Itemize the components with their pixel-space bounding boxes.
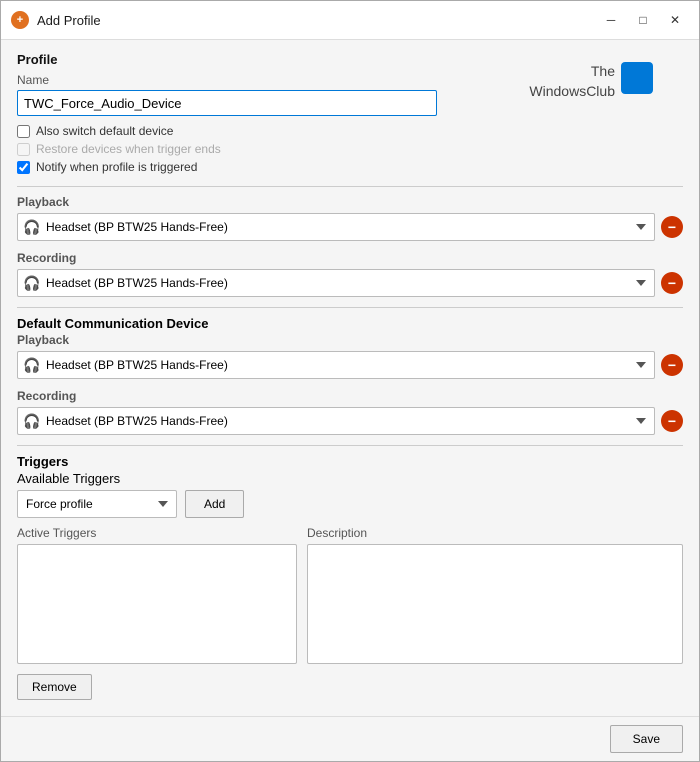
brand-icon [621, 62, 653, 94]
playback-remove-button[interactable]: − [661, 216, 683, 238]
window-controls: ─ □ ✕ [597, 9, 689, 31]
available-triggers-label: Available Triggers [17, 471, 120, 486]
profile-left: Profile Name Also switch default device … [17, 52, 529, 178]
default-comm-recording-row: 🎧 Headset (BP BTW25 Hands-Free) − [17, 407, 683, 435]
add-trigger-button[interactable]: Add [185, 490, 244, 518]
restore-checkbox [17, 143, 30, 156]
restore-row: Restore devices when trigger ends [17, 142, 529, 156]
default-comm-playback-remove[interactable]: − [661, 354, 683, 376]
default-comm-section: Default Communication Device Playback 🎧 … [17, 316, 683, 435]
active-triggers-list: Active Triggers Remove [17, 526, 297, 700]
notify-row: Notify when profile is triggered [17, 160, 529, 174]
window-title: Add Profile [37, 13, 589, 28]
profile-section: Profile Name Also switch default device … [17, 52, 683, 178]
add-profile-window: + Add Profile ─ □ ✕ Profile Name Also sw… [0, 0, 700, 762]
name-input[interactable] [17, 90, 437, 116]
profile-title: Profile [17, 52, 529, 67]
default-comm-playback-row: 🎧 Headset (BP BTW25 Hands-Free) − [17, 351, 683, 379]
notify-label: Notify when profile is triggered [36, 160, 197, 174]
also-switch-row: Also switch default device [17, 124, 529, 138]
playback-device-select[interactable]: Headset (BP BTW25 Hands-Free) [17, 213, 655, 241]
active-triggers-box [17, 544, 297, 664]
divider-2 [17, 307, 683, 308]
default-comm-recording-remove[interactable]: − [661, 410, 683, 432]
active-triggers-area: Active Triggers Remove Description [17, 526, 683, 700]
playback-device-row: 🎧 Headset (BP BTW25 Hands-Free) − [17, 213, 683, 241]
maximize-button[interactable]: □ [629, 9, 657, 31]
recording-device-select[interactable]: Headset (BP BTW25 Hands-Free) [17, 269, 655, 297]
save-button[interactable]: Save [610, 725, 683, 753]
recording-remove-button[interactable]: − [661, 272, 683, 294]
content-area: Profile Name Also switch default device … [1, 40, 699, 716]
active-triggers-label: Active Triggers [17, 526, 297, 540]
divider-1 [17, 186, 683, 187]
notify-checkbox[interactable] [17, 161, 30, 174]
default-comm-recording-wrapper: 🎧 Headset (BP BTW25 Hands-Free) [17, 407, 655, 435]
restore-label: Restore devices when trigger ends [36, 142, 221, 156]
close-button[interactable]: ✕ [661, 9, 689, 31]
triggers-title: Triggers [17, 454, 683, 469]
app-icon: + [11, 11, 29, 29]
recording-select-wrapper: 🎧 Headset (BP BTW25 Hands-Free) [17, 269, 655, 297]
default-comm-recording-section: Recording 🎧 Headset (BP BTW25 Hands-Free… [17, 389, 683, 435]
default-comm-playback-select[interactable]: Headset (BP BTW25 Hands-Free) [17, 351, 655, 379]
brand-line1: The [591, 63, 615, 79]
recording-section: Recording 🎧 Headset (BP BTW25 Hands-Free… [17, 251, 683, 297]
description-label: Description [307, 526, 683, 540]
triggers-section: Triggers Available Triggers Force profil… [17, 454, 683, 700]
available-triggers-label-wrap: Available Triggers [17, 471, 683, 486]
brand-logo: The WindowsClub [529, 52, 683, 101]
also-switch-checkbox[interactable] [17, 125, 30, 138]
divider-3 [17, 445, 683, 446]
trigger-select[interactable]: Force profile Application focus Hotkey S… [17, 490, 177, 518]
default-comm-recording-label: Recording [17, 389, 683, 403]
description-box [307, 544, 683, 664]
minimize-button[interactable]: ─ [597, 9, 625, 31]
name-group: Name [17, 73, 529, 116]
remove-trigger-button[interactable]: Remove [17, 674, 92, 700]
default-comm-playback-section: Playback 🎧 Headset (BP BTW25 Hands-Free)… [17, 333, 683, 379]
recording-title: Recording [17, 251, 683, 265]
available-triggers-row: Force profile Application focus Hotkey S… [17, 490, 683, 518]
name-label: Name [17, 73, 529, 87]
also-switch-label: Also switch default device [36, 124, 173, 138]
description-area: Description [307, 526, 683, 700]
default-comm-playback-label: Playback [17, 333, 683, 347]
playback-select-wrapper: 🎧 Headset (BP BTW25 Hands-Free) [17, 213, 655, 241]
playback-title: Playback [17, 195, 683, 209]
title-bar: + Add Profile ─ □ ✕ [1, 1, 699, 40]
default-comm-playback-wrapper: 🎧 Headset (BP BTW25 Hands-Free) [17, 351, 655, 379]
recording-device-row: 🎧 Headset (BP BTW25 Hands-Free) − [17, 269, 683, 297]
default-comm-recording-select[interactable]: Headset (BP BTW25 Hands-Free) [17, 407, 655, 435]
default-comm-title: Default Communication Device [17, 316, 683, 331]
brand-line2: WindowsClub [529, 83, 615, 99]
footer: Save [1, 716, 699, 761]
playback-section: Playback 🎧 Headset (BP BTW25 Hands-Free)… [17, 195, 683, 241]
